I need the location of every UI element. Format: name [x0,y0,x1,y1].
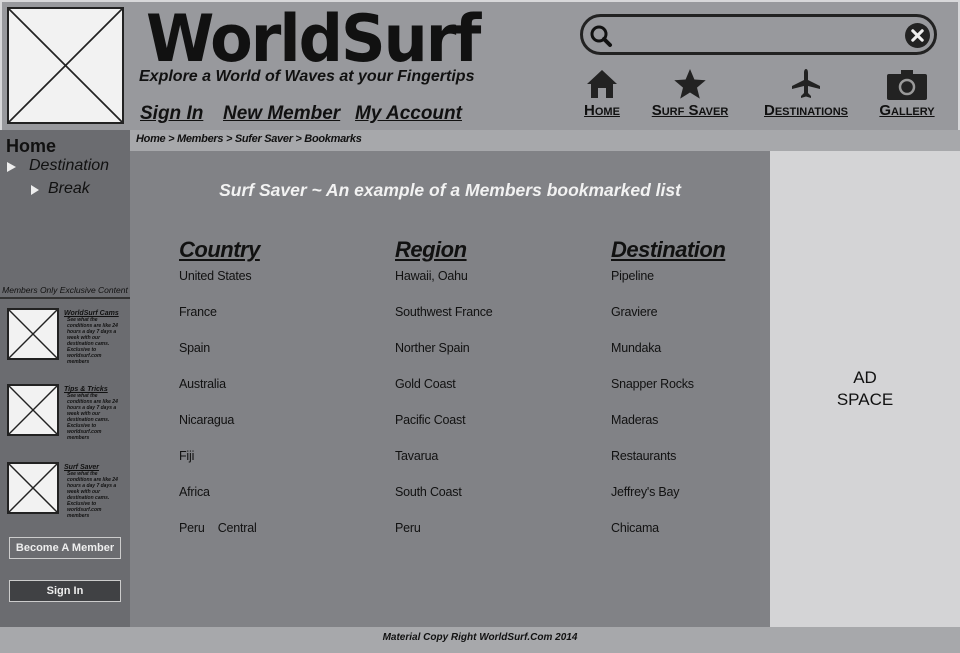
list-item[interactable]: Hawaii, Oahu [395,269,595,305]
list-item[interactable]: France [179,305,379,341]
list-item[interactable]: Pacific Coast [395,413,595,449]
clear-search-icon[interactable] [905,23,930,48]
ad-label: AD [853,368,877,387]
ad-label: SPACE [836,390,894,409]
nav-surf-saver-label: Surf Saver [651,102,729,119]
image-placeholder [7,384,59,436]
search-input[interactable] [621,21,901,49]
main-content: Surf Saver ~ An example of a Members boo… [130,151,770,627]
brand-name: WorldSurf [146,0,481,77]
tagline: Explore a World of Waves at your Fingert… [139,68,475,85]
become-member-button[interactable]: Become A Member [9,537,121,559]
list-item[interactable]: United States [179,269,379,305]
image-placeholder [7,462,59,514]
list-item[interactable]: South Coast [395,485,595,521]
new-member-link[interactable]: New Member [223,103,340,125]
list-item[interactable]: Fiji [179,449,379,485]
expand-arrow-icon[interactable] [7,162,16,172]
members-heading: Members Only Exclusive Content [0,285,130,299]
column-country: Country United States France Spain Australia… [179,237,379,557]
expand-arrow-icon[interactable] [31,185,39,195]
promo-text: See what the conditions are like 24 hour… [67,471,118,519]
promo-title: Tips & Tricks [64,386,108,393]
camera-icon [887,70,927,100]
list-item[interactable]: Norther Spain [395,341,595,377]
list-item[interactable]: Southwest France [395,305,595,341]
nav-destinations-label: Destinations [764,102,848,119]
promo-title: Surf Saver [64,464,100,471]
column-header: Country [179,237,260,262]
column-region: Region Hawaii, Oahu Southwest France Northe… [395,237,595,557]
nav-destinations[interactable]: Destinations [754,68,858,119]
logo-placeholder [7,7,124,124]
nav-surf-saver[interactable]: Surf Saver [645,68,735,119]
list-item[interactable]: Africa [179,485,379,521]
nav-home[interactable]: Home [580,68,624,119]
sidebar-home[interactable]: Home [6,136,56,157]
my-account-link[interactable]: My Account [355,103,462,125]
list-item[interactable]: Australia [179,377,379,413]
nav-gallery-label: Gallery [879,102,935,119]
nav-home-label: Home [584,102,620,119]
list-item[interactable]: Tavarua [395,449,595,485]
list-item[interactable]: Gold Coast [395,377,595,413]
breadcrumb: Home > Members > Sufer Saver > Bookmarks [130,130,960,151]
image-placeholder [7,308,59,360]
sidebar-break[interactable]: Break [48,180,90,198]
airplane-icon [792,69,820,98]
sign-in-button[interactable]: Sign In [9,580,121,602]
ad-space: AD SPACE [770,151,960,627]
promo-text: See what the conditions are like 24 hour… [67,317,118,365]
promo-title: WorldSurf Cams [64,310,119,317]
home-icon [587,70,617,98]
sidebar-destination[interactable]: Destination [29,157,109,175]
search-bar [580,14,937,55]
sign-in-link[interactable]: Sign In [140,103,203,125]
nav-gallery[interactable]: Gallery [875,68,939,119]
promo-text: See what the conditions are like 24 hour… [67,393,118,441]
column-header: Region [395,237,467,262]
list-item[interactable]: Spain [179,341,379,377]
list-item[interactable]: Nicaragua [179,413,379,449]
page-title: Surf Saver ~ An example of a Members boo… [219,180,681,200]
search-icon[interactable] [589,24,613,48]
footer: Material Copy Right WorldSurf.Com 2014 [0,627,960,651]
star-icon [674,69,706,99]
list-item[interactable]: Peru [395,521,595,557]
list-item[interactable]: Peru Central [179,521,379,557]
sidebar: Home Destination Break Members Only Excl… [0,130,130,627]
